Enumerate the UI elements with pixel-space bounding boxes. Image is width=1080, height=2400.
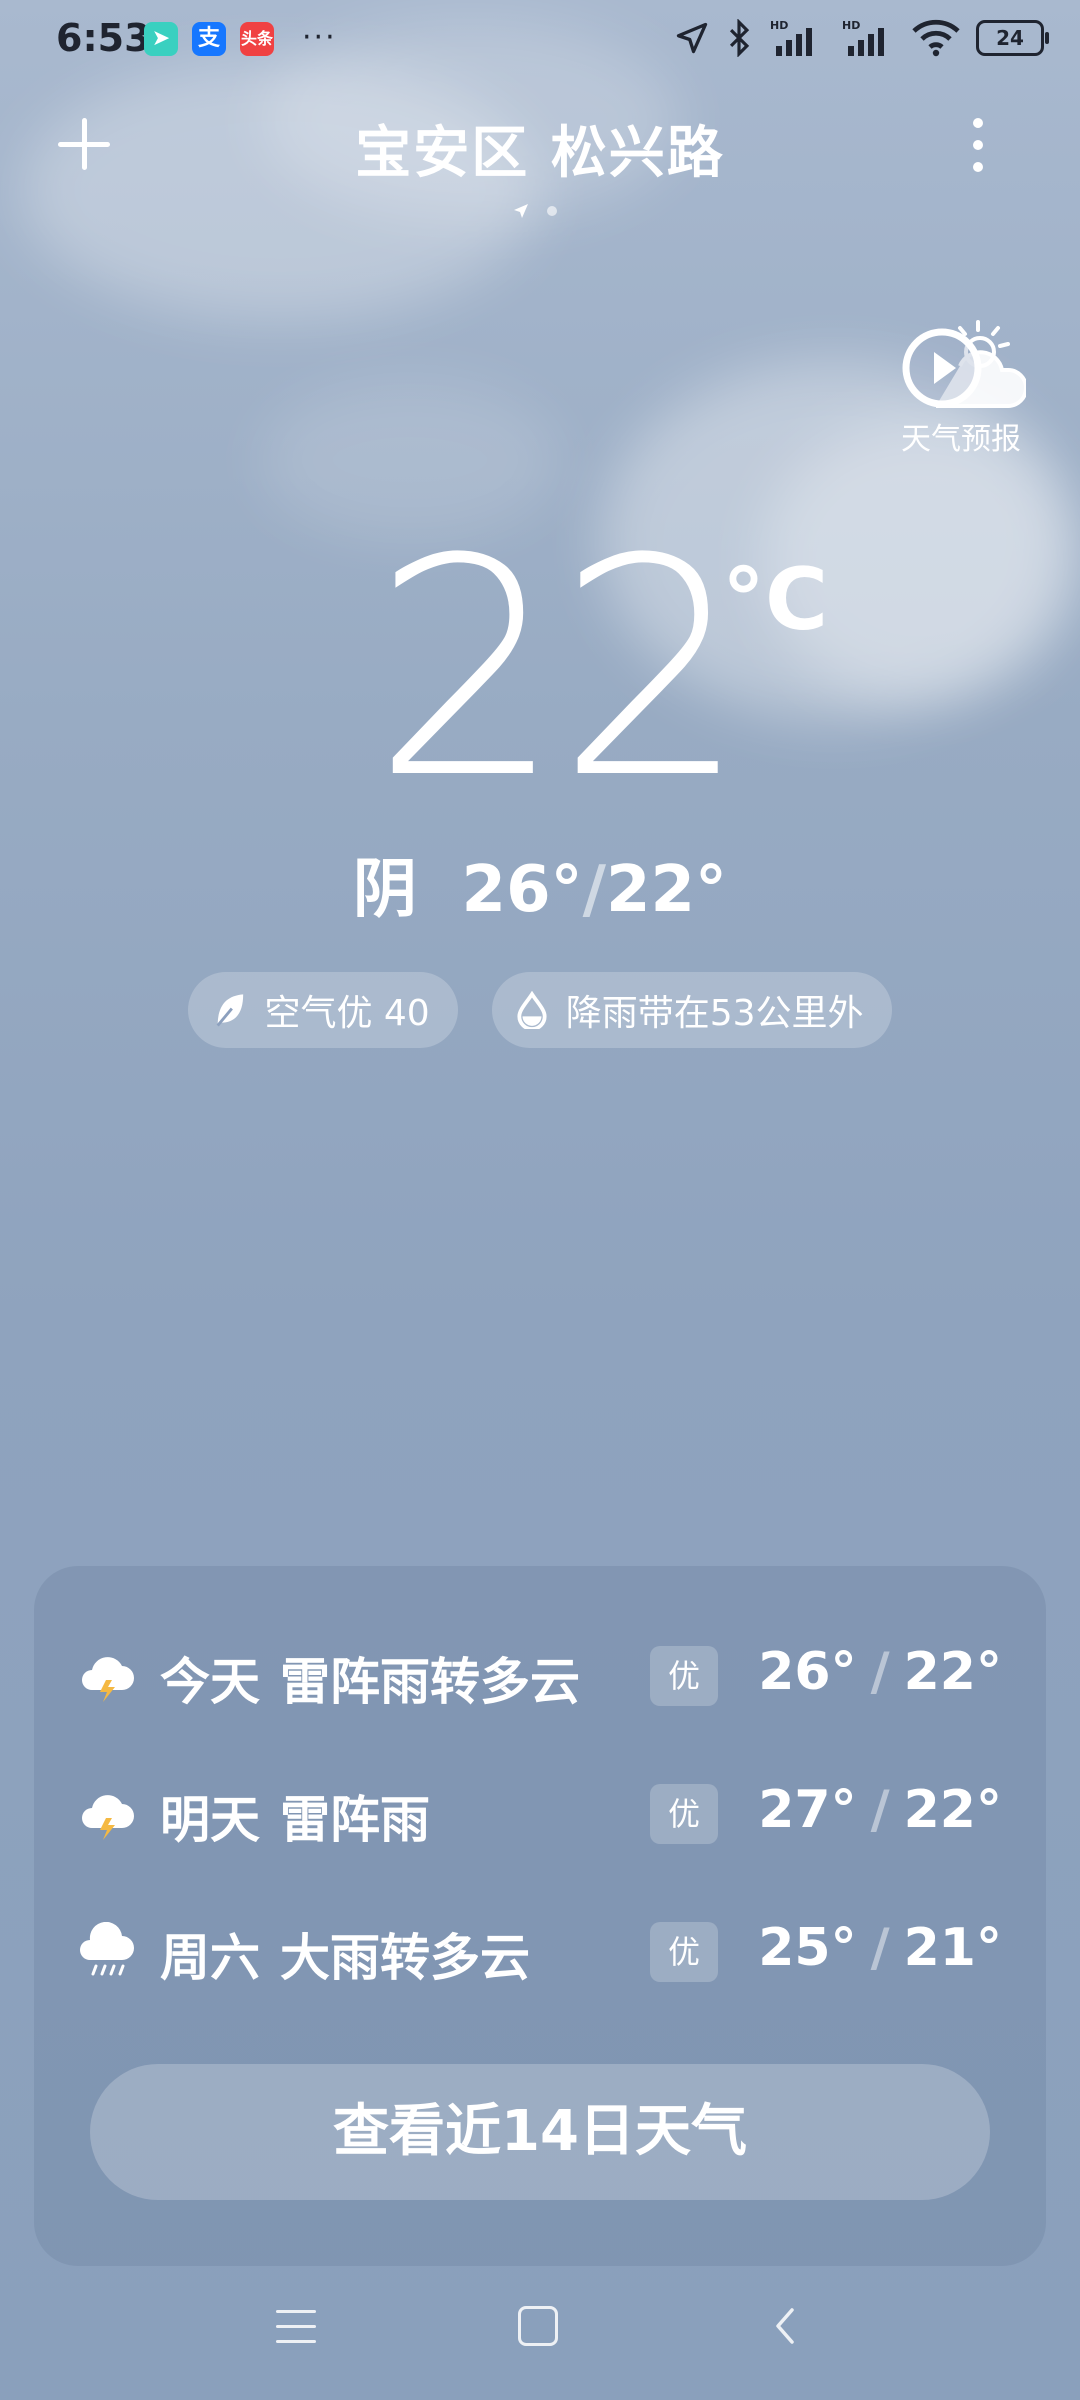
rain-band-pill[interactable]: 降雨带在53公里外 — [491, 972, 892, 1048]
alipay-app-icon: 支 — [192, 22, 226, 56]
forecast-low: 22° — [903, 1780, 1002, 1840]
signal-hd-icon: HD — [842, 19, 884, 56]
hd-label: HD — [770, 19, 788, 32]
current-temperature: 22 — [372, 495, 748, 844]
forecast-low: 22° — [903, 1642, 1002, 1702]
forecast-temps: 26°/22° — [758, 1642, 1002, 1702]
leaf-icon — [217, 994, 244, 1027]
slash-separator: / — [870, 1780, 890, 1840]
air-quality-pill[interactable]: 空气优 40 — [188, 972, 458, 1048]
view-14-day-forecast-button[interactable]: 查看近14日天气 — [90, 2064, 990, 2200]
home-button[interactable] — [518, 2306, 558, 2346]
forecast-day: 今天 — [160, 1653, 260, 1711]
slash-separator: / — [870, 1918, 890, 1978]
forecast-temps: 27°/22° — [758, 1780, 1002, 1840]
slash-separator: / — [582, 853, 606, 927]
rain-band-text: 降雨带在53公里外 — [565, 993, 864, 1034]
location-arrow-icon — [676, 22, 708, 54]
hd-label: HD — [842, 19, 860, 32]
condition-summary: 阴 26°/22° — [0, 838, 1080, 930]
forecast-day: 周六 — [160, 1929, 260, 1987]
status-bar: 6:53 ➤ 支 头条 ··· HD HD 24 — [0, 0, 1080, 80]
signal-hd-icon: HD — [770, 19, 812, 56]
battery-indicator: 24 — [976, 20, 1049, 56]
more-notifications-icon: ··· — [302, 20, 337, 55]
more-options-button[interactable] — [968, 118, 988, 174]
page-indicator — [0, 200, 1080, 230]
forecast-temps: 25°/21° — [758, 1918, 1002, 1978]
today-high: 26° — [461, 853, 583, 927]
forecast-high: 27° — [758, 1780, 857, 1840]
weather-forecast-video-button[interactable]: 天气预报 — [896, 318, 1028, 457]
wifi-icon — [912, 19, 960, 57]
forecast-desc: 雷阵雨 — [280, 1791, 430, 1849]
system-navigation-bar — [0, 2296, 1080, 2376]
today-low: 22° — [605, 853, 728, 927]
page-dot — [547, 206, 557, 216]
condition-text: 阴 — [352, 853, 417, 927]
forecast-high: 26° — [758, 1642, 857, 1702]
bluetooth-icon — [729, 19, 750, 57]
system-icons: HD HD 24 — [674, 18, 1049, 58]
air-quality-text: 空气优 40 — [264, 993, 430, 1034]
current-location-dot-icon — [514, 204, 528, 218]
forecast-row-saturday[interactable]: 周六 大雨转多云 优 25°/21° — [34, 1896, 1046, 2006]
forecast-card: 今天 雷阵雨转多云 优 26°/22° 明天 雷阵雨 优 27°/22° 周六 … — [34, 1566, 1046, 2266]
aqi-badge: 优 — [650, 1646, 718, 1706]
forecast-desc: 大雨转多云 — [280, 1929, 530, 1987]
thunder-cloud-icon — [82, 1657, 134, 1702]
back-button[interactable] — [770, 2306, 800, 2346]
rain-cloud-icon — [80, 1922, 134, 1976]
status-time: 6:53 — [56, 16, 151, 60]
thunder-cloud-icon — [82, 1795, 134, 1840]
navigation-app-icon: ➤ — [144, 22, 178, 56]
aqi-badge: 优 — [650, 1784, 718, 1844]
toutiao-app-icon: 头条 — [240, 22, 274, 56]
forecast-desc: 雷阵雨转多云 — [280, 1653, 580, 1711]
info-pills: 空气优 40 降雨带在53公里外 — [0, 972, 1080, 1048]
slash-separator: / — [870, 1642, 890, 1702]
water-drop-icon — [517, 991, 547, 1029]
forecast-high: 25° — [758, 1918, 857, 1978]
forecast-day: 明天 — [160, 1791, 260, 1849]
forecast-row-tomorrow[interactable]: 明天 雷阵雨 优 27°/22° — [34, 1758, 1046, 1868]
aqi-badge: 优 — [650, 1922, 718, 1982]
location-title[interactable]: 宝安区 松兴路 — [0, 108, 1080, 189]
temperature-unit: °C — [722, 550, 829, 650]
forecast-low: 21° — [903, 1918, 1002, 1978]
weather-forecast-label: 天气预报 — [901, 422, 1021, 457]
recent-apps-button[interactable] — [276, 2310, 316, 2344]
forecast-row-today[interactable]: 今天 雷阵雨转多云 优 26°/22° — [34, 1620, 1046, 1730]
play-weather-icon — [902, 320, 1028, 408]
